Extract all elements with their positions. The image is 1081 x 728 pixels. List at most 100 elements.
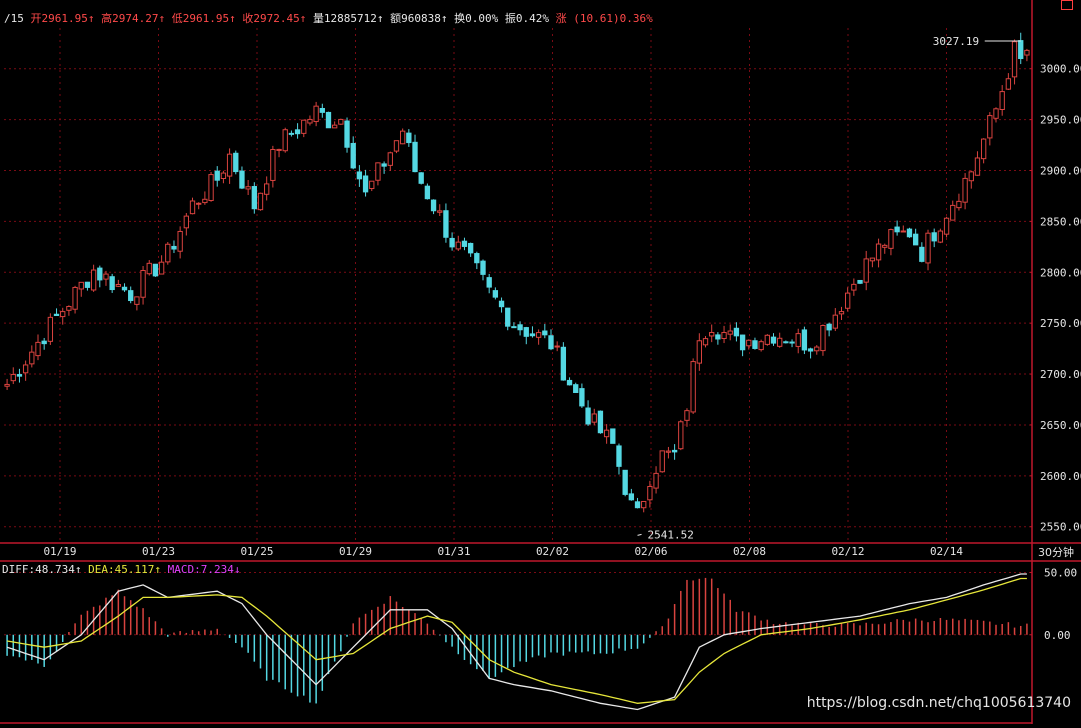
candle-body (560, 346, 567, 381)
candle-body (851, 283, 857, 291)
candle-body (1018, 40, 1024, 60)
candle-body (919, 246, 925, 262)
price-tick-label: 2550.00 (1040, 521, 1081, 534)
candle-body (517, 324, 523, 331)
candle-body (573, 384, 579, 393)
time-tick-label: 02/08 (733, 545, 766, 558)
candle-body (29, 351, 35, 365)
candle-body (264, 183, 270, 195)
candle-body (962, 177, 968, 203)
candle-body (276, 148, 282, 151)
candle-body (35, 341, 41, 357)
candle-body (807, 348, 814, 352)
grid-lines (4, 28, 1030, 636)
candle-body (461, 240, 468, 247)
candle-body (307, 118, 313, 124)
candle-body (603, 429, 610, 438)
candle-body (690, 361, 696, 413)
candle-body (369, 180, 375, 190)
candle-body (764, 334, 770, 345)
candle-body (474, 253, 480, 264)
annotation-label: 2541.52 (648, 528, 694, 541)
candle-body (498, 300, 505, 308)
candle-body (857, 279, 863, 284)
candle-body (158, 261, 165, 275)
candle-body (980, 138, 987, 160)
candle-body (430, 199, 437, 212)
candle-body (196, 202, 202, 205)
candle-body (103, 273, 109, 280)
candle-body (60, 311, 66, 318)
candle-body (863, 258, 869, 283)
candle-body (845, 292, 851, 309)
candle-body (628, 493, 635, 501)
candle-body (888, 229, 894, 249)
candle-body (294, 129, 301, 135)
candle-body (41, 340, 47, 345)
price-tick-label: 3000.00 (1040, 63, 1081, 76)
candle-body (344, 120, 350, 148)
candle-body (585, 407, 591, 425)
candle-body (820, 324, 826, 352)
candle-body (826, 323, 832, 331)
header-prefix: /15 (4, 12, 24, 25)
candle-body (72, 286, 78, 310)
candle-body (789, 341, 795, 344)
candle-body (869, 257, 876, 262)
candle-body (554, 345, 560, 348)
candle-body (721, 332, 727, 340)
candle-body (301, 119, 307, 134)
candle-body (282, 129, 288, 152)
candle-body (999, 91, 1005, 110)
macd-tick-label: 50.00 (1044, 566, 1077, 579)
candle-body (492, 290, 499, 298)
candle-body (950, 204, 956, 221)
header-open: 开2961.95↑ (30, 12, 95, 25)
candle-body (121, 286, 128, 291)
candle-body (4, 383, 10, 387)
candle-body (177, 230, 183, 252)
time-tick-label: 01/23 (142, 545, 175, 558)
candle-body (115, 283, 122, 287)
candle-body (214, 170, 220, 181)
candle-body (220, 172, 227, 180)
candle-body (659, 450, 665, 473)
candle-body (171, 245, 177, 250)
candle-body (777, 337, 783, 347)
candle-body (362, 175, 369, 193)
candle-body (505, 307, 511, 327)
candle-body (47, 316, 54, 342)
stock-chart: 3000.00 2950.00 2900.00 2850.00 2800.00 2750.… (0, 0, 1081, 724)
candle-body (381, 163, 387, 167)
candle-body (350, 142, 356, 169)
candle-body (313, 105, 319, 123)
candle-body (529, 333, 536, 337)
candle-body (882, 244, 888, 248)
macd-lines (6, 573, 1027, 711)
period-label: 30分钟 (1038, 545, 1074, 559)
time-tick-label: 01/19 (43, 545, 76, 558)
candle-body (838, 311, 845, 315)
candle-body (956, 200, 962, 209)
candle-body (399, 130, 406, 145)
time-axis: 01/19 01/23 01/25 01/29 01/31 02/02 02/06 02/08… (43, 545, 1074, 559)
candle-body (671, 449, 678, 453)
candle-body (746, 339, 752, 347)
candle-body (795, 333, 801, 347)
candle-body (511, 326, 517, 329)
time-tick-label: 01/25 (240, 545, 273, 558)
candle-body (993, 108, 999, 119)
candle-body (97, 267, 103, 281)
time-tick-label: 01/31 (437, 545, 470, 558)
price-tick-label: 2750.00 (1040, 317, 1081, 330)
candle-body (783, 341, 789, 344)
candle-body (332, 124, 338, 129)
header-low: 低2961.95↑ (171, 12, 236, 25)
candle-body (78, 281, 84, 290)
candle-body (566, 379, 573, 386)
candle-body (610, 428, 616, 444)
header-turnover: 换0.00% (454, 12, 499, 25)
candle-body (418, 172, 424, 184)
candle-body (641, 500, 647, 509)
price-tick-label: 2800.00 (1040, 266, 1081, 279)
